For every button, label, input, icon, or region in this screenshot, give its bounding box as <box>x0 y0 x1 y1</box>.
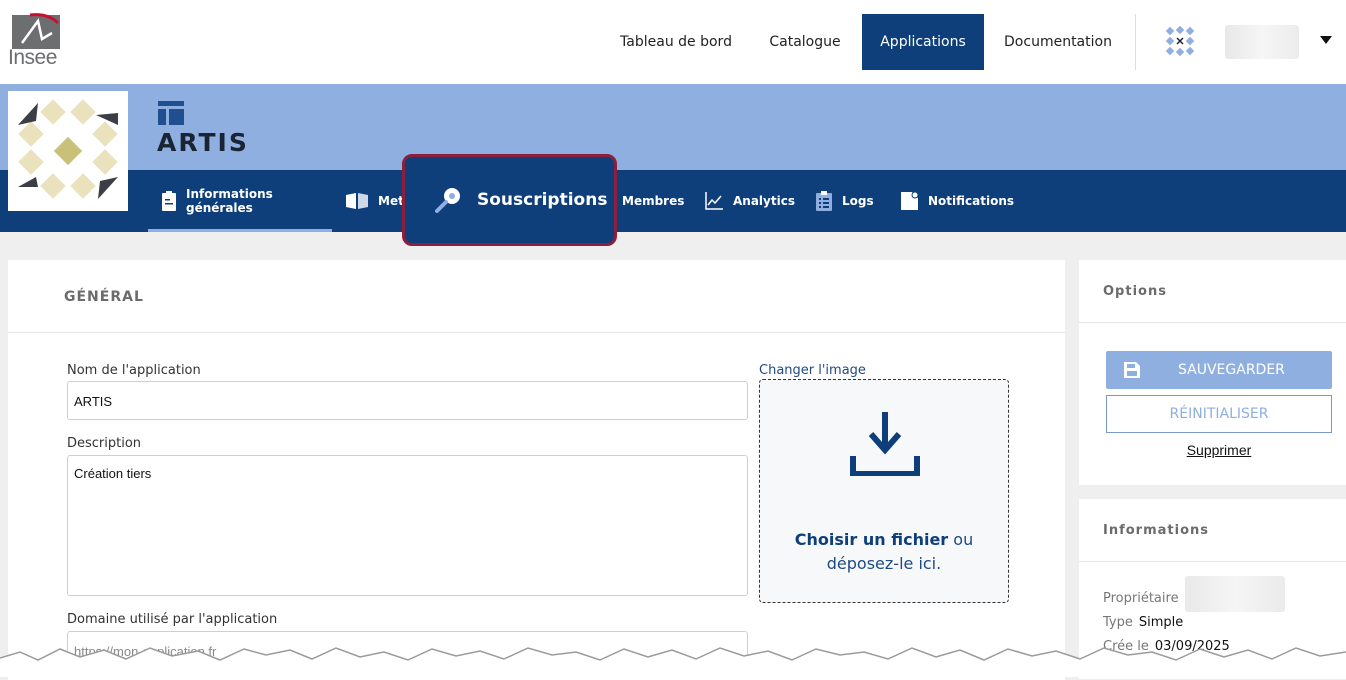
informations-title: Informations <box>1103 523 1210 538</box>
dropzone-text: Choisir un fichier ou déposez-le ici. <box>760 528 1008 576</box>
tab-label: Informations générales <box>186 187 273 215</box>
tab-label: Souscriptions <box>477 190 608 210</box>
nav-applications[interactable]: Applications <box>862 14 984 70</box>
chart-line-icon <box>705 192 723 210</box>
tab-analytics[interactable]: Analytics <box>705 170 795 232</box>
tab-label: Analytics <box>733 194 795 208</box>
dropzone-drop: déposez-le ici. <box>826 554 942 573</box>
logo-text: Insee <box>8 46 57 69</box>
type-value: Simple <box>1138 615 1184 630</box>
tab-souscriptions[interactable]: Souscriptions <box>402 154 617 246</box>
description-textarea[interactable]: Création tiers <box>67 455 748 596</box>
tab-label: Notifications <box>928 194 1015 208</box>
nav-tableau-de-bord[interactable]: Tableau de bord <box>606 14 746 70</box>
tab-notifications[interactable]: Notifications <box>901 170 1015 232</box>
clipboard-icon <box>162 191 176 211</box>
book-icon <box>346 193 368 209</box>
description-label: Description <box>67 436 142 451</box>
general-title: GÉNÉRAL <box>64 289 144 305</box>
owner-value-blurred <box>1185 576 1285 612</box>
tab-label: Membres <box>622 194 685 208</box>
download-icon <box>850 412 920 476</box>
name-input[interactable]: ARTIS <box>67 381 748 420</box>
name-label: Nom de l'application <box>67 363 201 378</box>
dropzone-or: ou <box>948 530 974 549</box>
reset-button[interactable]: RÉINITIALISER <box>1106 395 1332 433</box>
tab-label: Logs <box>842 194 874 208</box>
key-icon <box>435 186 463 214</box>
bell-icon <box>901 192 918 210</box>
app-logo <box>8 91 128 211</box>
user-avatar[interactable] <box>1165 26 1195 56</box>
change-image-link[interactable]: Changer l'image <box>759 363 866 378</box>
nav-documentation[interactable]: Documentation <box>995 14 1121 70</box>
dropzone-choose[interactable]: Choisir un fichier <box>795 530 948 549</box>
app-title: ARTIS <box>157 128 249 157</box>
floppy-disk-icon <box>1124 362 1140 378</box>
save-button[interactable]: SAUVEGARDER <box>1106 351 1332 389</box>
domain-label: Domaine utilisé par l'application <box>67 612 278 627</box>
delete-link[interactable]: Supprimer <box>1106 442 1332 458</box>
user-name-blurred[interactable] <box>1225 25 1299 59</box>
save-label: SAUVEGARDER <box>1178 362 1285 378</box>
owner-label: Propriétaire <box>1103 591 1179 606</box>
chevron-down-icon[interactable] <box>1320 36 1332 44</box>
tab-logs[interactable]: Logs <box>816 170 880 232</box>
tab-informations-generales[interactable]: Informations générales <box>148 170 332 232</box>
type-label: Type <box>1103 615 1133 630</box>
options-title: Options <box>1103 284 1167 299</box>
nav-catalogue[interactable]: Catalogue <box>757 14 853 70</box>
list-icon <box>816 191 832 211</box>
nav-divider <box>1135 14 1136 70</box>
owner-row: Propriétaire <box>1103 591 1179 606</box>
card-divider <box>8 332 1065 333</box>
card-divider <box>1079 561 1346 562</box>
card-divider <box>1079 322 1346 323</box>
app-header-band <box>0 84 1346 170</box>
tab-meta[interactable]: Meta <box>346 170 412 232</box>
torn-edge <box>0 647 1346 677</box>
image-dropzone[interactable]: Choisir un fichier ou déposez-le ici. <box>759 379 1009 603</box>
tab-membres[interactable]: Membres <box>622 170 686 232</box>
app-type-icon <box>158 101 184 125</box>
type-row: Type Simple <box>1103 615 1183 630</box>
top-bar: Insee Tableau de bord Catalogue Applicat… <box>0 0 1346 84</box>
